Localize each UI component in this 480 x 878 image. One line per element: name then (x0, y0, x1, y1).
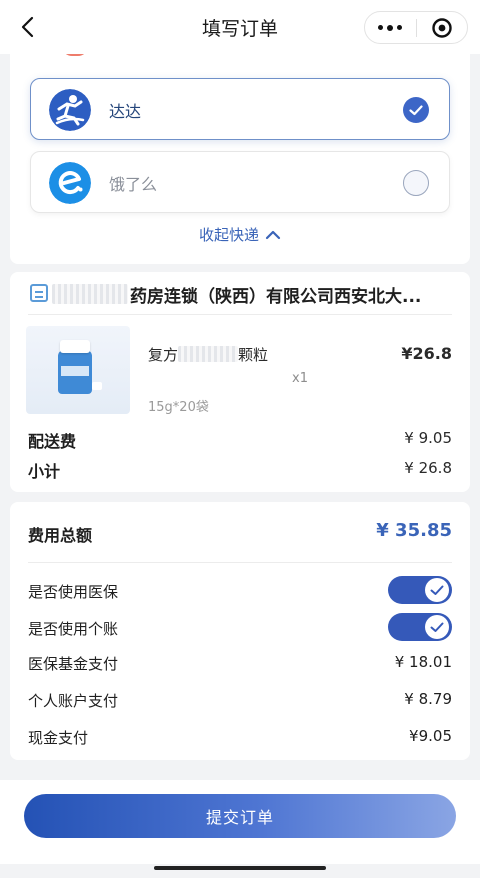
use-insurance-label: 是否使用医保 (28, 583, 119, 601)
submit-order-button[interactable]: 提交订单 (24, 794, 456, 838)
check-icon (430, 585, 444, 595)
radio-checked[interactable] (403, 97, 429, 123)
payment-summary-card: 费用总额 ¥ 35.85 是否使用医保 是否使用个账 医保基金支付 ¥ 18.0… (10, 502, 470, 760)
collapse-label: 收起快递 (198, 226, 259, 244)
delivery-fee-label: 配送费 (28, 432, 77, 451)
product-spec: 15g*20袋 (148, 400, 209, 415)
use-insurance-toggle[interactable] (388, 576, 452, 604)
product-quantity: x1 (292, 371, 308, 386)
product-image[interactable] (26, 326, 130, 414)
delivery-option-name: 饿了么 (109, 175, 158, 194)
total-value: ¥ 35.85 (376, 520, 452, 541)
more-button[interactable] (365, 12, 416, 43)
check-icon (430, 622, 444, 632)
mini-program-capsule (364, 11, 468, 44)
delivery-option-eleme[interactable]: 饿了么 (30, 151, 450, 213)
bottom-bar: 提交订单 (0, 780, 480, 864)
product-name: 复方 颗粒 (148, 346, 269, 364)
subtotal-value: ¥ 26.8 (404, 459, 452, 477)
cash-payment-label: 现金支付 (28, 729, 89, 747)
personal-account-label: 个人账户支付 (28, 692, 119, 710)
delivery-fee-value: ¥ 9.05 (404, 429, 452, 447)
store-icon (30, 284, 48, 302)
dada-logo-icon (49, 89, 91, 131)
product-price: ¥26.8 (401, 344, 452, 363)
use-personal-account-toggle[interactable] (388, 613, 452, 641)
total-label: 费用总额 (28, 526, 93, 545)
delivery-option-name: 达达 (109, 102, 142, 121)
home-indicator (154, 866, 326, 870)
subtotal-label: 小计 (28, 462, 61, 481)
personal-account-value: ¥ 8.79 (404, 690, 452, 708)
store-name: 药房连锁（陕西）有限公司西安北大... (130, 287, 422, 307)
insurance-fund-value: ¥ 18.01 (394, 653, 452, 671)
insurance-fund-label: 医保基金支付 (28, 655, 119, 673)
close-button[interactable] (416, 12, 467, 43)
eleme-logo-icon (49, 162, 91, 204)
use-personal-account-label: 是否使用个账 (28, 620, 119, 638)
top-bar: 填写订单 (0, 0, 480, 54)
more-dots-icon (378, 25, 384, 30)
check-icon (409, 104, 423, 115)
delivery-method-card: 达达 饿了么 收起快递 (10, 38, 470, 264)
order-card: 药房连锁（陕西）有限公司西安北大... 复方 颗粒 ¥26.8 x1 15g*20… (10, 272, 470, 492)
cash-payment-value: ¥9.05 (409, 727, 452, 745)
collapse-delivery-link[interactable]: 收起快递 (10, 224, 470, 245)
redacted-text (52, 284, 128, 304)
chevron-up-icon (265, 230, 281, 239)
delivery-option-dada[interactable]: 达达 (30, 78, 450, 140)
radio-unchecked[interactable] (403, 170, 429, 196)
target-close-icon (432, 17, 452, 38)
